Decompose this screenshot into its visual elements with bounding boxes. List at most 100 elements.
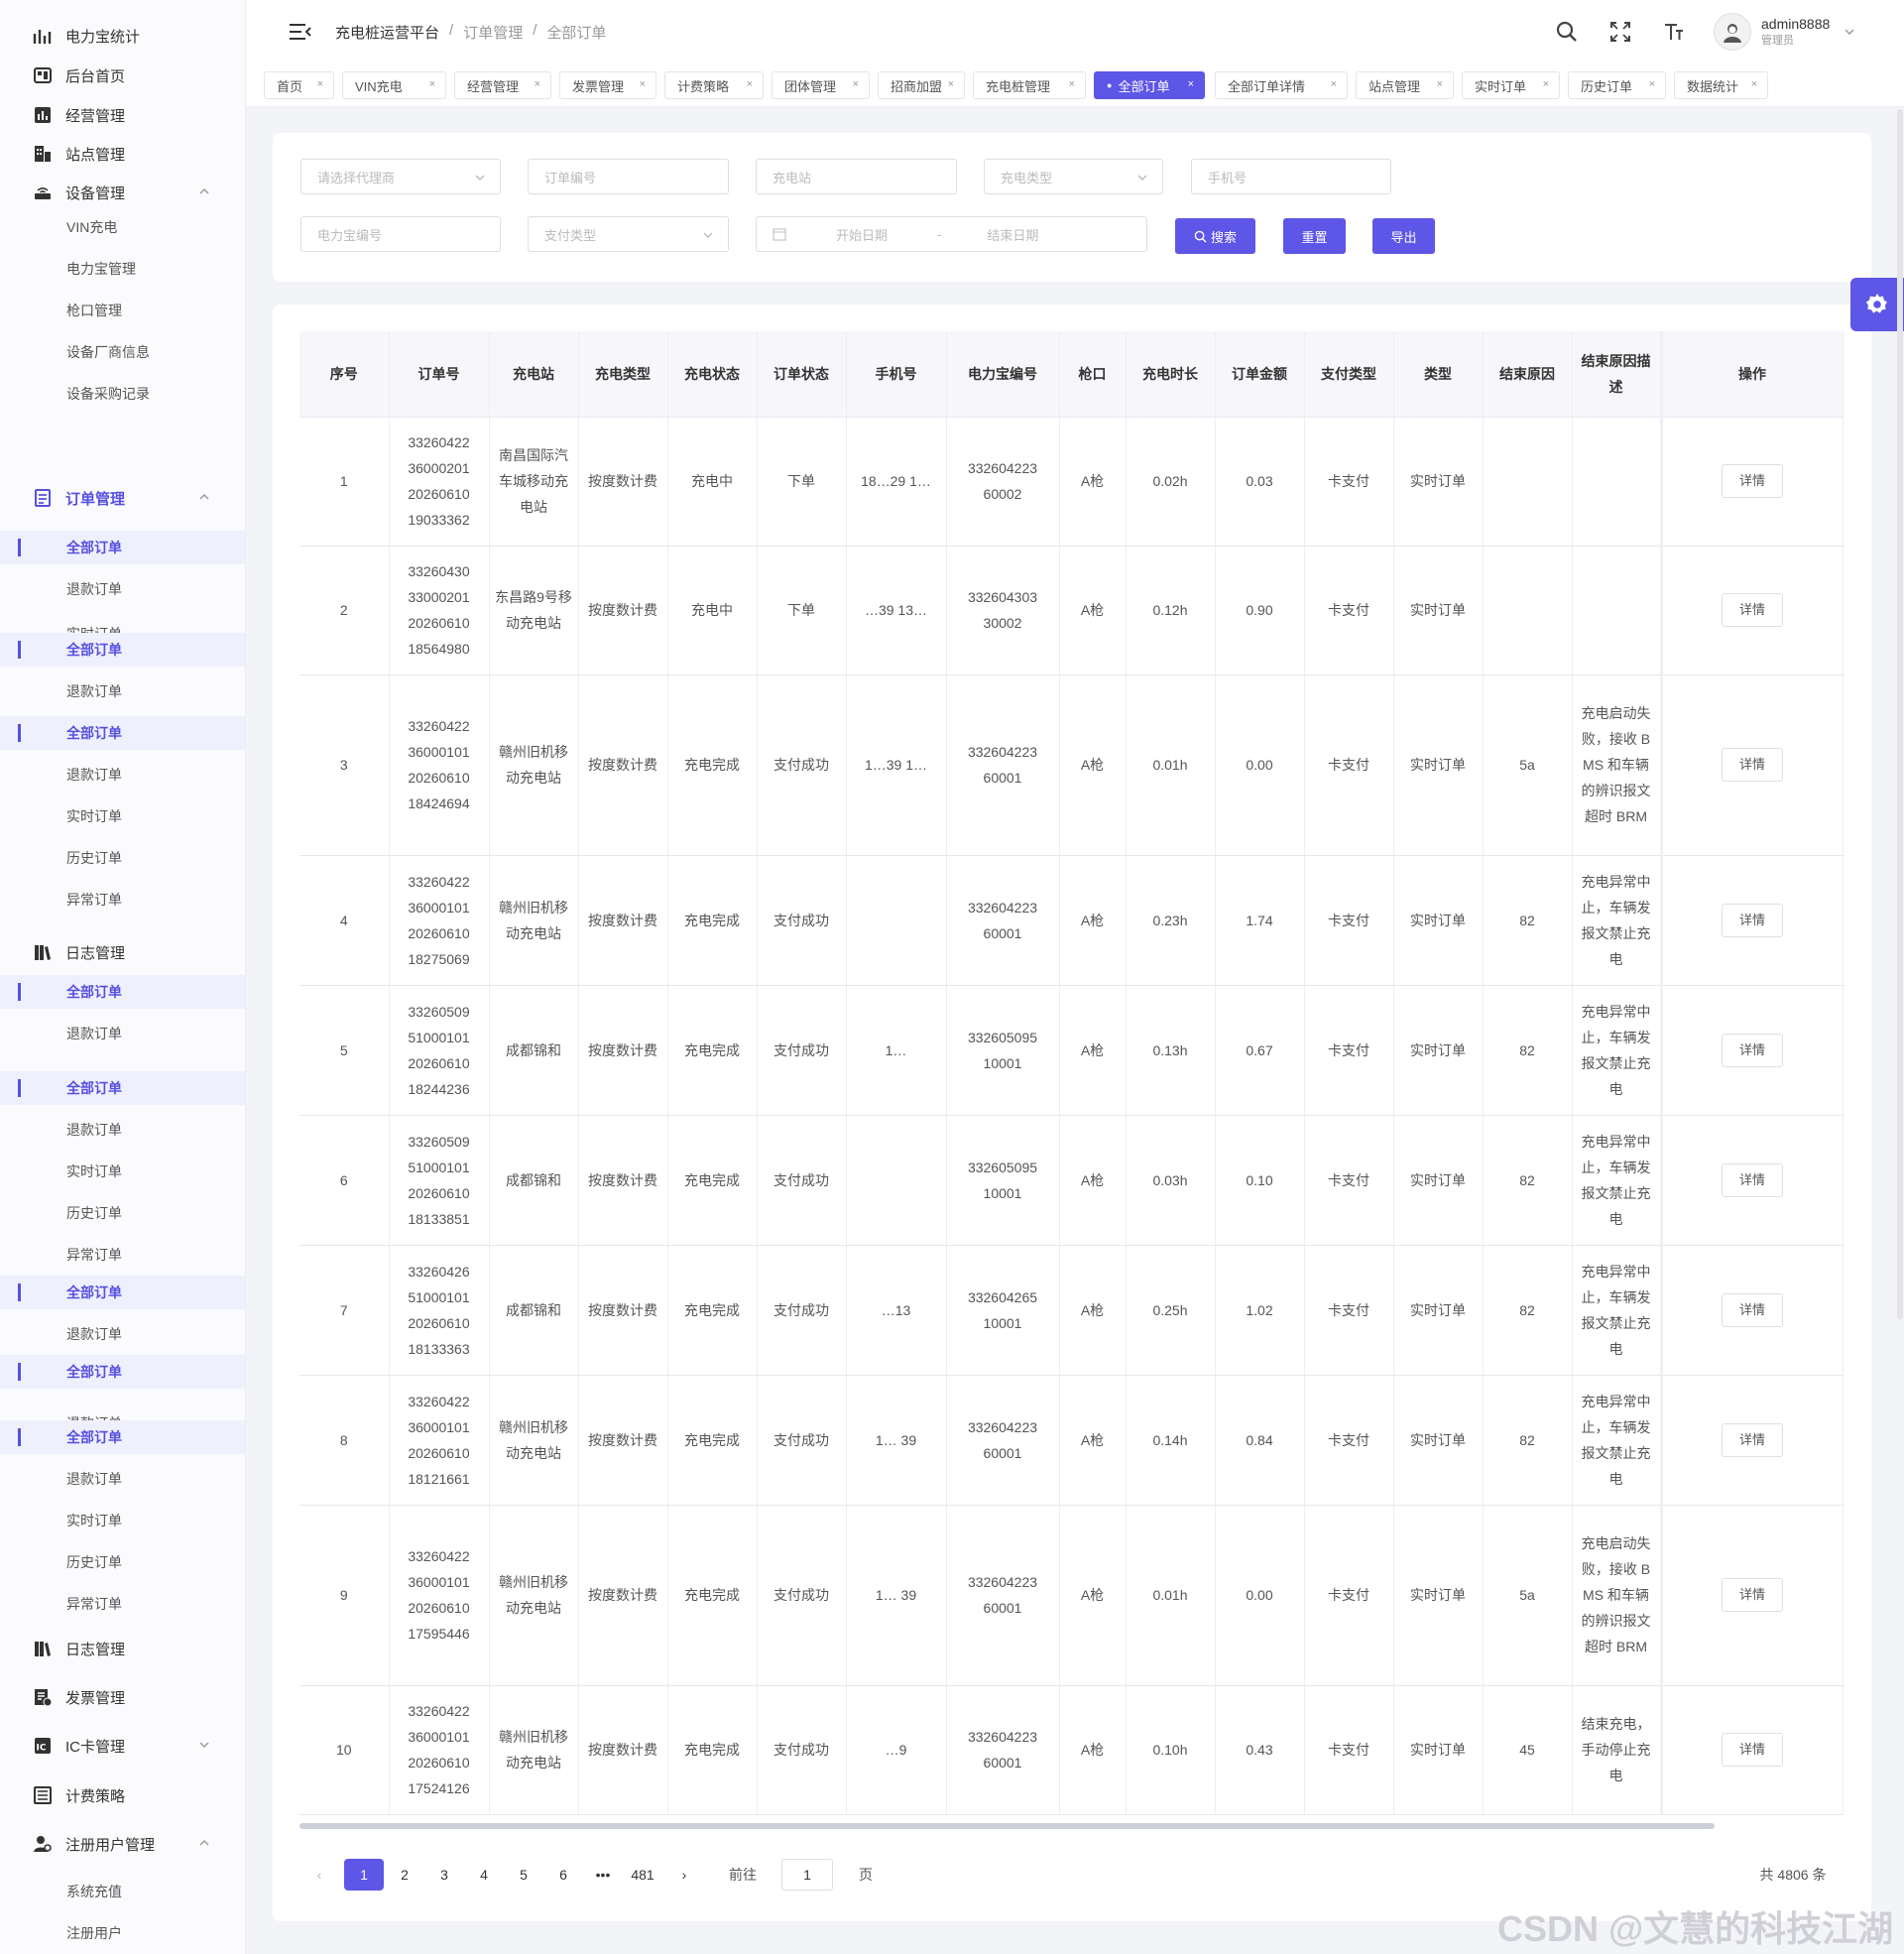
fullscreen-icon[interactable] <box>1608 20 1632 44</box>
station-input[interactable]: 充电站 <box>756 159 957 194</box>
sidebar-item[interactable]: 经营管理 <box>0 95 245 135</box>
detail-button[interactable]: 详情 <box>1722 1733 1783 1767</box>
sidebar-item[interactable]: 发票管理 <box>0 1677 245 1717</box>
sidebar-item[interactable]: 订单管理 <box>0 478 245 518</box>
tab-item[interactable]: 团体管理 × <box>772 71 870 99</box>
tab-item[interactable]: 经营管理 × <box>454 71 551 99</box>
sidebar-subitem[interactable]: 退款订单 <box>0 674 245 708</box>
sidebar-item[interactable]: 设备管理 <box>0 173 245 212</box>
tab-item[interactable]: ● 全部订单 × <box>1094 71 1205 99</box>
page-number[interactable]: 5 <box>506 1859 541 1891</box>
date-range-picker[interactable]: 开始日期 - 结束日期 <box>756 216 1147 252</box>
detail-button[interactable]: 详情 <box>1722 748 1783 782</box>
tab-item[interactable]: 发票管理 × <box>559 71 656 99</box>
font-size-icon[interactable] <box>1662 20 1686 44</box>
close-icon[interactable]: × <box>747 78 753 90</box>
start-date-input[interactable]: 开始日期 <box>836 225 888 244</box>
sidebar-subitem[interactable]: 全部订单 <box>0 1355 245 1389</box>
sidebar-subitem[interactable]: 历史订单 <box>0 841 245 875</box>
horizontal-scrollbar[interactable] <box>299 1823 1715 1829</box>
reset-button[interactable]: 重置 <box>1283 218 1346 254</box>
page-number[interactable]: 481 <box>625 1859 660 1891</box>
sidebar-subitem[interactable]: 全部订单 <box>0 716 245 750</box>
sidebar-item[interactable]: 日志管理 <box>0 932 245 972</box>
sidebar-item[interactable]: 电力宝统计 <box>0 16 245 56</box>
sidebar-subitem[interactable]: 设备采购记录 <box>0 377 245 411</box>
tab-item[interactable]: 全部订单详情 × <box>1215 71 1348 99</box>
page-number[interactable]: 6 <box>545 1859 581 1891</box>
tab-item[interactable]: 历史订单 × <box>1568 71 1666 99</box>
page-number[interactable]: 2 <box>387 1859 422 1891</box>
end-date-input[interactable]: 结束日期 <box>987 225 1038 244</box>
close-icon[interactable]: × <box>1437 78 1443 90</box>
page-number[interactable]: ••• <box>585 1859 621 1891</box>
sidebar-subitem[interactable]: 退款订单 <box>0 1462 245 1496</box>
close-icon[interactable]: × <box>1069 78 1075 90</box>
sidebar-item[interactable]: 站点管理 <box>0 134 245 174</box>
detail-button[interactable]: 详情 <box>1722 464 1783 498</box>
vertical-scrollbar[interactable] <box>1897 109 1903 1319</box>
page-number[interactable]: 1 <box>344 1859 384 1891</box>
detail-button[interactable]: 详情 <box>1722 1292 1783 1327</box>
charge-type-select[interactable]: 充电类型 <box>984 159 1163 194</box>
close-icon[interactable]: × <box>317 78 323 90</box>
settings-button[interactable] <box>1850 278 1904 331</box>
sidebar-subitem[interactable]: 退款订单 <box>0 572 245 606</box>
sidebar-subitem[interactable]: 历史订单 <box>0 1545 245 1579</box>
close-icon[interactable]: × <box>1649 78 1655 90</box>
close-icon[interactable]: × <box>1331 78 1337 90</box>
export-button[interactable]: 导出 <box>1372 218 1435 254</box>
prev-page-button[interactable]: ‹ <box>301 1859 337 1891</box>
sidebar-item[interactable]: 注册用户管理 <box>0 1824 245 1864</box>
sidebar-item[interactable]: IC IC卡管理 <box>0 1726 245 1766</box>
page-number[interactable]: 3 <box>426 1859 462 1891</box>
sidebar-subitem[interactable]: 退款订单 <box>0 1017 245 1050</box>
close-icon[interactable]: × <box>535 78 540 90</box>
sidebar-subitem[interactable]: 设备厂商信息 <box>0 335 245 369</box>
power-no-input[interactable]: 电力宝编号 <box>300 216 501 252</box>
menu-toggle-icon[interactable] <box>290 22 311 42</box>
sidebar-subitem[interactable]: 全部订单 <box>0 531 245 564</box>
sidebar-subitem[interactable]: 异常订单 <box>0 1587 245 1621</box>
breadcrumb-item[interactable]: 充电桩运营平台 <box>335 22 439 43</box>
sidebar-subitem[interactable]: VIN充电 <box>0 210 245 244</box>
detail-button[interactable]: 详情 <box>1722 1578 1783 1612</box>
sidebar-subitem[interactable]: 全部订单 <box>0 1071 245 1105</box>
sidebar-subitem[interactable]: 全部订单 <box>0 1420 245 1454</box>
sidebar-subitem[interactable]: 实时订单 <box>0 1155 245 1188</box>
detail-button[interactable]: 详情 <box>1722 1422 1783 1457</box>
close-icon[interactable]: × <box>853 78 859 90</box>
search-icon[interactable] <box>1555 20 1579 44</box>
tab-item[interactable]: 计费策略 × <box>664 71 764 99</box>
agent-select[interactable]: 请选择代理商 <box>300 159 501 194</box>
sidebar-subitem[interactable]: 异常订单 <box>0 883 245 916</box>
tab-item[interactable]: 实时订单 × <box>1462 71 1560 99</box>
order-no-input[interactable]: 订单编号 <box>528 159 729 194</box>
sidebar-subitem[interactable]: 全部订单 <box>0 633 245 667</box>
page-number[interactable]: 4 <box>466 1859 502 1891</box>
close-icon[interactable]: × <box>1543 78 1549 90</box>
tab-item[interactable]: 站点管理 × <box>1356 71 1454 99</box>
sidebar-item[interactable]: 计费策略 <box>0 1775 245 1815</box>
sidebar-item[interactable]: 后台首页 <box>0 56 245 95</box>
sidebar-subitem[interactable]: 注册用户 <box>0 1916 245 1950</box>
detail-button[interactable]: 详情 <box>1722 1033 1783 1067</box>
tab-item[interactable]: 首页 × <box>264 71 334 99</box>
breadcrumb-item[interactable]: 订单管理 <box>463 22 523 43</box>
search-button[interactable]: 搜索 <box>1175 218 1255 254</box>
sidebar-subitem[interactable]: 实时订单 <box>0 1504 245 1537</box>
close-icon[interactable]: × <box>948 78 954 90</box>
close-icon[interactable]: × <box>640 78 646 90</box>
sidebar-subitem[interactable]: 实时订单 <box>0 799 245 833</box>
sidebar-subitem[interactable]: 电力宝管理 <box>0 252 245 286</box>
close-icon[interactable]: × <box>1751 78 1757 90</box>
next-page-button[interactable]: › <box>666 1859 702 1891</box>
goto-page-input[interactable]: 1 <box>781 1859 833 1891</box>
sidebar-subitem[interactable]: 历史订单 <box>0 1196 245 1230</box>
sidebar-subitem[interactable]: 全部订单 <box>0 1276 245 1309</box>
detail-button[interactable]: 详情 <box>1722 1162 1783 1197</box>
sidebar-subitem[interactable]: 枪口管理 <box>0 294 245 327</box>
tab-item[interactable]: 数据统计 × <box>1674 71 1768 99</box>
tab-item[interactable]: 招商加盟 × <box>878 71 965 99</box>
tab-item[interactable]: VIN充电 × <box>342 71 446 99</box>
